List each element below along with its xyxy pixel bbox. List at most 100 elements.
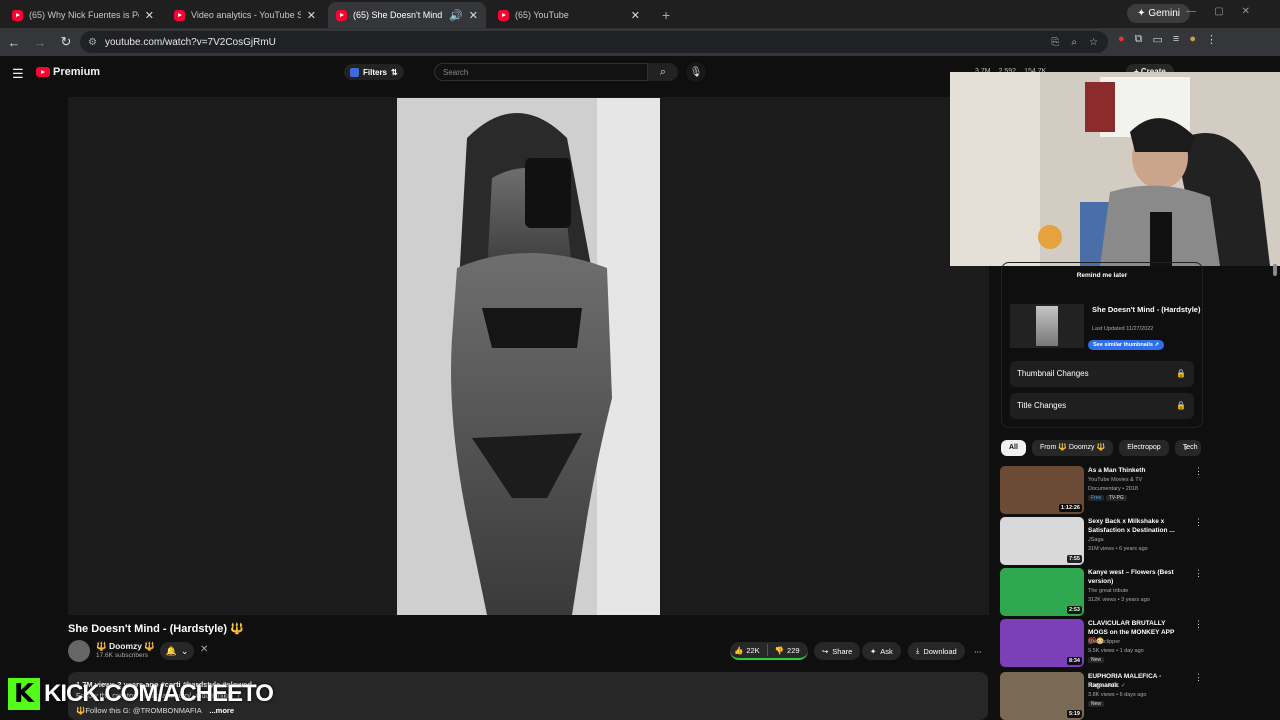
share-label: Share [832,646,853,656]
chip-from-channel[interactable]: From 🔱 Doomzy 🔱 [1031,440,1114,456]
badge: New [1088,701,1105,707]
more-vert-icon[interactable]: ⋮ [1194,568,1203,579]
recommendation-channel[interactable]: RAGNARÖK ✓ [1088,683,1126,689]
thumbnail-preview[interactable] [1010,304,1084,348]
video-frame [397,98,660,615]
recommendation-title[interactable]: As a Man Thinketh [1088,466,1184,475]
recommendation-thumbnail[interactable]: 7:55 [1000,517,1084,565]
share-button[interactable]: ↪ Share [814,642,861,660]
recommendation-meta: Documentary • 2018 [1088,486,1138,492]
extensions-puzzle-icon[interactable]: ⧉ [1135,33,1143,46]
thumbnail-changes-row[interactable]: Thumbnail Changes 🔒 [1010,361,1194,387]
thumbs-down-icon: 👎 [774,645,785,655]
forward-icon[interactable]: → [28,35,52,50]
recommendation-item[interactable]: 1:12:26 As a Man Thinketh YouTube Movies &… [1000,466,1204,514]
video-title: She Doesn't Mind - (Hardstyle) 🔱 [68,623,244,635]
channel-avatar[interactable] [68,640,90,662]
search-icon: ⌕ [659,65,667,78]
reading-list-icon[interactable]: ≡ [1173,33,1179,46]
browser-tab[interactable]: (65) Why Nick Fuentes is Popul ✕ [4,2,162,28]
like-button[interactable]: 👍 22K [734,646,760,655]
chip-electropop[interactable]: Electropop [1119,440,1169,456]
recommendation-thumbnail[interactable]: 1:12:26 [1000,466,1084,514]
window-controls[interactable]: —▢✕ [1186,6,1268,17]
browser-toolbar: ← → ↻ ⚙ youtube.com/watch?v=7V2CosGjRmU … [0,28,1280,56]
chip-all[interactable]: All [1001,440,1026,456]
voice-search-button[interactable]: 🎙 [686,62,706,82]
more-vert-icon[interactable]: ⋮ [1194,672,1203,683]
url-text[interactable]: youtube.com/watch?v=7V2CosGjRmU [105,37,276,48]
recommendation-item[interactable]: 8:34 CLAVICULAR BRUTALLY MOGS on the MONK… [1000,619,1204,667]
search-input[interactable]: Search [434,63,648,81]
lock-icon: 🔒 [1176,401,1186,410]
more-actions-button[interactable]: ⋯ [970,642,986,660]
close-tab-icon[interactable]: ✕ [469,9,478,22]
thumbnail-changes-label: Thumbnail Changes [1017,369,1089,378]
new-tab-button[interactable]: + [662,2,670,28]
zoom-icon[interactable]: ⌕ [1071,37,1077,48]
notification-bell-button[interactable]: 🔔 ⌄ [160,642,194,660]
more-vert-icon[interactable]: ⋮ [1194,619,1203,630]
speaker-icon[interactable]: 🔊 [449,9,463,22]
recommendation-channel[interactable]: JSaga [1088,537,1104,543]
browser-tab[interactable]: Video analytics - YouTube Studi ✕ [166,2,324,28]
chevron-down-icon: ⌄ [180,645,189,656]
address-bar[interactable]: ⚙ youtube.com/watch?v=7V2CosGjRmU ⎘ ⌕ ☆ [80,31,1108,53]
download-button[interactable]: ⤓ Download [908,642,965,660]
recommendation-badges: New [1088,701,1105,707]
bookmark-star-icon[interactable]: ☆ [1089,37,1098,48]
remind-later-button[interactable]: Remind me later [1010,266,1194,286]
recommendation-item[interactable]: 5:19 EUPHORIA MALEFICA - Ragnarok RAGNARÖK… [1000,672,1204,720]
cast-icon[interactable]: ▭ [1153,33,1163,46]
recommendation-thumbnail[interactable]: 5:19 [1000,672,1084,720]
profile-avatar-icon[interactable]: ● [1189,33,1196,46]
extension-icon[interactable]: ● [1118,33,1125,46]
back-icon[interactable]: ← [2,35,26,50]
site-info-icon[interactable]: ⚙ [88,37,97,48]
recommendation-channel[interactable]: YouTube Movies & TV [1088,477,1142,483]
video-still-image [397,98,660,615]
tab-title: (65) She Doesn't Mind - (Ha [353,10,443,20]
video-duration: 5:19 [1066,710,1082,718]
ask-label: Ask [880,646,893,656]
see-similar-thumbnails-button[interactable]: See similar thumbnails ↗ [1088,340,1165,350]
close-tab-icon[interactable]: ✕ [307,9,316,22]
channel-name[interactable]: 🔱 Doomzy 🔱 [96,641,155,652]
recommendation-channel[interactable]: The great tribute [1088,588,1128,594]
search-button[interactable]: ⌕ [648,63,678,81]
filters-button[interactable]: Filters ⇅ [344,64,404,80]
install-app-icon[interactable]: ⎘ [1051,37,1059,48]
video-duration: 8:34 [1066,657,1082,665]
browser-tab-active[interactable]: (65) She Doesn't Mind - (Ha 🔊 ✕ [328,2,486,28]
youtube-play-icon [36,67,50,77]
close-tab-icon[interactable]: ✕ [631,9,640,22]
reload-icon[interactable]: ↻ [54,34,78,50]
recommendation-item[interactable]: 2:53 Kanye west – Flowers (Best version) T… [1000,568,1204,616]
close-tab-icon[interactable]: ✕ [145,9,154,22]
gemini-button[interactable]: ✦ Gemini [1127,4,1190,23]
chevron-right-icon[interactable]: › [1184,442,1188,454]
browser-tab[interactable]: (65) YouTube ✕ [490,2,648,28]
video-player[interactable] [68,97,989,615]
more-dots-icon: ⋯ [974,646,982,656]
ask-button[interactable]: ✦ Ask [862,642,901,660]
page-scrollbar[interactable] [1272,64,1278,720]
more-vert-icon[interactable]: ⋮ [1194,517,1203,528]
title-changes-row[interactable]: Title Changes 🔒 [1010,393,1194,419]
close-icon[interactable]: ✕ [200,644,208,655]
more-vert-icon[interactable]: ⋮ [1194,466,1203,477]
extension-icons: ● ⧉ ▭ ≡ ● ⋮ [1118,33,1217,46]
recommendation-item[interactable]: 7:55 Sexy Back x Milkshake x Satisfaction… [1000,517,1204,565]
youtube-logo[interactable]: Premium [36,66,100,78]
menu-hamburger-icon[interactable]: ☰ [12,66,24,82]
menu-kebab-icon[interactable]: ⋮ [1206,33,1217,46]
recommendation-channel[interactable]: Mrkickclipper [1088,639,1120,645]
recommendation-thumbnail[interactable]: 8:34 [1000,619,1084,667]
recommendation-thumbnail[interactable]: 2:53 [1000,568,1084,616]
scrollbar-thumb[interactable] [1273,264,1277,276]
recommendation-title[interactable]: Kanye west – Flowers (Best version) [1088,568,1184,586]
recommendation-title[interactable]: Sexy Back x Milkshake x Satisfaction x D… [1088,517,1184,535]
dislike-button[interactable]: 👎 229 [775,646,800,655]
youtube-favicon-icon [174,9,185,21]
channel-row: 🔱 Doomzy 🔱 17.6K subscribers 🔔 ⌄ ✕ 👍 22K… [68,640,988,662]
